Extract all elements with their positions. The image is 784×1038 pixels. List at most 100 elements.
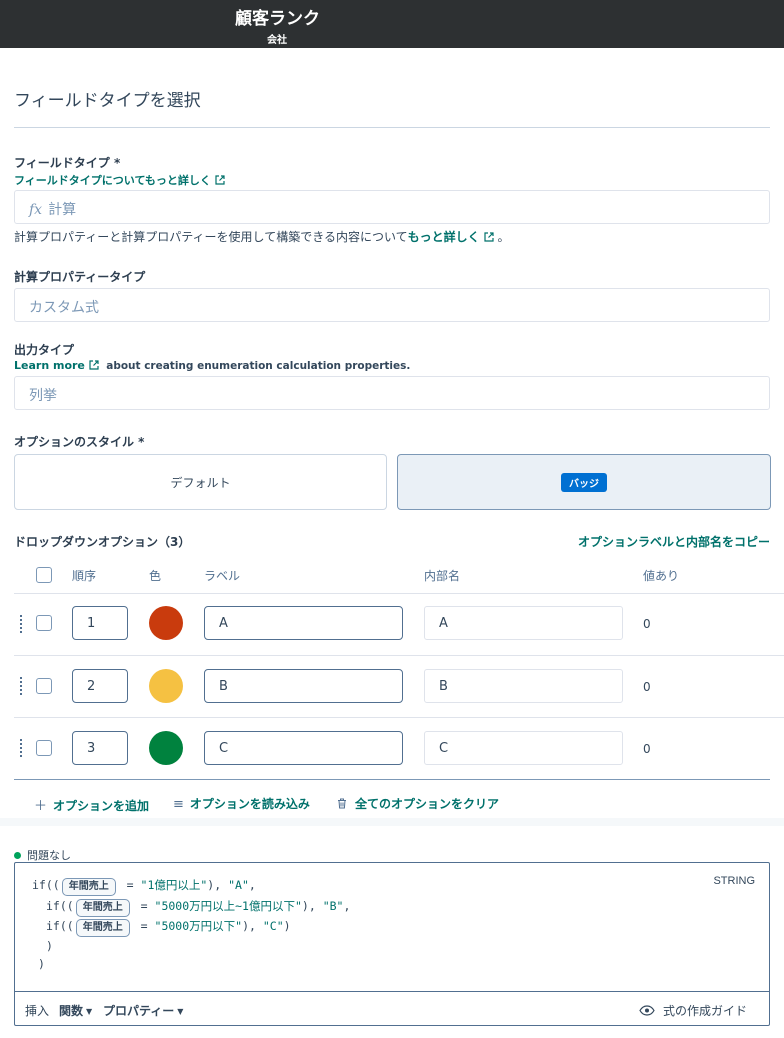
load-options-label: オプションを読み込み — [189, 797, 310, 811]
internal-value: A — [439, 616, 448, 631]
col-color: 色 — [149, 569, 162, 583]
plus-icon: ＋ — [34, 799, 48, 814]
table-bottom-divider — [14, 779, 770, 780]
order-input[interactable]: 2 — [72, 669, 128, 703]
internal-value: B — [439, 679, 448, 694]
style-badge-button[interactable]: バッジ — [397, 454, 771, 510]
section-band — [0, 818, 784, 826]
internal-name-input[interactable]: A — [424, 606, 623, 640]
eye-icon — [639, 1005, 655, 1016]
caret-down-icon: ▼ — [86, 1007, 93, 1016]
col-order: 順序 — [72, 569, 97, 583]
external-link-icon — [89, 360, 99, 370]
order-value: 1 — [87, 616, 96, 631]
formula-code[interactable]: if((年間売上 = "1億円以上"), "A", if((年間売上 = "50… — [15, 863, 769, 991]
order-input[interactable]: 3 — [72, 731, 128, 765]
property-token[interactable]: 年間売上 — [61, 878, 116, 896]
style-default-label: デフォルト — [170, 476, 231, 490]
label-value: C — [219, 741, 229, 756]
label-value: B — [219, 679, 228, 694]
label-value: A — [219, 616, 228, 631]
calc-type-select[interactable]: カスタム式 — [14, 288, 770, 322]
col-label: ラベル — [204, 569, 241, 583]
header-bar: 顧客ランク 会社 — [0, 0, 784, 48]
color-swatch[interactable] — [149, 606, 183, 640]
row-divider — [14, 593, 784, 594]
code-line: if((年間売上 = "5000万円以下"), "C") — [46, 918, 291, 937]
add-option-button[interactable]: ＋ オプションを追加 — [34, 795, 149, 814]
badge-preview: バッジ — [561, 473, 607, 492]
row-checkbox[interactable] — [36, 740, 52, 756]
external-link-icon — [484, 232, 494, 242]
copy-labels-link[interactable]: オプションラベルと内部名をコピー — [578, 533, 770, 550]
order-input[interactable]: 1 — [72, 606, 128, 640]
header-title: 顧客ランク — [235, 9, 320, 29]
col-has-value: 値あり — [643, 569, 680, 583]
formula-status: 問題なし — [14, 847, 71, 863]
fx-icon: fx — [29, 202, 43, 218]
label-input[interactable]: A — [204, 606, 403, 640]
properties-dropdown[interactable]: プロパティー ▼ — [103, 1002, 183, 1019]
output-type-select[interactable]: 列挙 — [14, 376, 770, 410]
dropdown-title: ドロップダウンオプション（3） — [14, 535, 191, 549]
caret-down-icon: ▼ — [177, 1007, 184, 1016]
internal-name-input[interactable]: C — [424, 731, 623, 765]
section-title: フィールドタイプを選択 — [14, 91, 201, 111]
insert-label: 挿入 — [25, 1004, 50, 1018]
calc-type-value: カスタム式 — [29, 300, 99, 316]
help-text: 計算プロパティーと計算プロパティーを使用して構築できる内容について — [14, 230, 408, 244]
return-type-label: STRING — [713, 875, 755, 887]
color-swatch[interactable] — [149, 731, 183, 765]
functions-dropdown[interactable]: 関数 ▼ — [59, 1002, 92, 1019]
label-input[interactable]: B — [204, 669, 403, 703]
list-icon: ≡ — [173, 797, 184, 812]
guide-label: 式の作成ガイド — [663, 1004, 748, 1018]
option-style-label: オプションのスタイル * — [14, 435, 145, 449]
drag-handle-icon[interactable] — [20, 739, 26, 757]
select-all-checkbox[interactable] — [36, 567, 52, 583]
field-type-help: 計算プロパティーと計算プロパティーを使用して構築できる内容についてもっと詳しく … — [14, 228, 509, 245]
row-checkbox[interactable] — [36, 615, 52, 631]
property-token[interactable]: 年間売上 — [75, 899, 130, 917]
has-value-count: 0 — [643, 742, 651, 756]
label-input[interactable]: C — [204, 731, 403, 765]
status-ok-icon — [14, 852, 21, 859]
row-checkbox[interactable] — [36, 678, 52, 694]
output-learn-link[interactable]: Learn more — [14, 359, 85, 372]
header-subtitle: 会社 — [267, 35, 287, 46]
order-value: 2 — [87, 679, 96, 694]
clear-options-button[interactable]: 全てのオプションをクリア — [337, 795, 499, 812]
field-type-link-wrap: フィールドタイプについてもっと詳しく — [14, 172, 225, 188]
formula-guide-button[interactable]: 式の作成ガイド — [639, 1002, 747, 1019]
has-value-count: 0 — [643, 680, 651, 694]
output-type-link-wrap: Learn more about creating enumeration ca… — [14, 359, 410, 372]
color-swatch[interactable] — [149, 669, 183, 703]
code-line: if((年間売上 = "5000万円以上~1億円以下"), "B", — [46, 898, 350, 917]
field-type-label: フィールドタイプ * — [14, 156, 121, 170]
drag-handle-icon[interactable] — [20, 677, 26, 695]
col-internal-name: 内部名 — [424, 569, 461, 583]
functions-label: 関数 — [59, 1004, 84, 1018]
trash-icon — [338, 798, 346, 809]
status-text: 問題なし — [27, 849, 71, 862]
code-line: ) — [46, 939, 53, 953]
style-default-button[interactable]: デフォルト — [14, 454, 387, 510]
field-type-value: 計算 — [48, 202, 77, 218]
formula-editor[interactable]: if((年間売上 = "1億円以上"), "A", if((年間売上 = "50… — [14, 862, 770, 1026]
properties-label: プロパティー — [103, 1004, 175, 1018]
property-token[interactable]: 年間売上 — [75, 919, 130, 937]
field-type-select[interactable]: fx 計算 — [14, 190, 770, 224]
code-line: ) — [38, 957, 45, 971]
code-line: if((年間売上 = "1億円以上"), "A", — [32, 877, 256, 896]
drag-handle-icon[interactable] — [20, 615, 26, 633]
output-link-suffix: about creating enumeration calculation p… — [106, 360, 411, 372]
internal-name-input[interactable]: B — [424, 669, 623, 703]
row-divider — [14, 717, 784, 718]
internal-value: C — [439, 741, 449, 756]
field-type-learn-link[interactable]: フィールドタイプについてもっと詳しく — [14, 174, 211, 187]
formula-toolbar: 挿入 関数 ▼ プロパティー ▼ 式の作成ガイド — [15, 991, 769, 1025]
clear-options-label: 全てのオプションをクリア — [355, 797, 500, 811]
load-options-button[interactable]: ≡ オプションを読み込み — [173, 795, 310, 812]
calc-type-label: 計算プロパティータイプ — [14, 270, 146, 284]
help-learn-link[interactable]: もっと詳しく — [408, 230, 480, 244]
